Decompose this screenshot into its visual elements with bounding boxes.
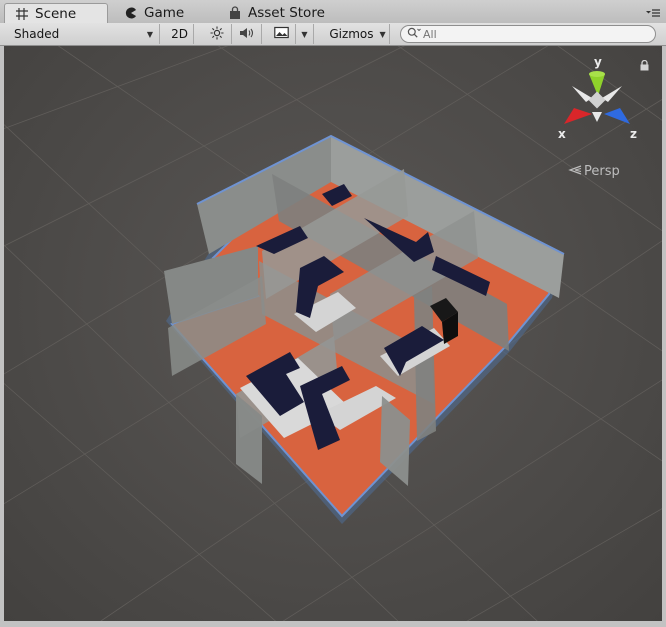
scene-viewport[interactable]: y x z Persp <box>4 46 662 621</box>
audio-toggle-button[interactable] <box>232 24 262 44</box>
store-bag-icon <box>228 6 242 20</box>
tab-asset-store[interactable]: Asset Store <box>218 3 344 23</box>
effects-toggle-button[interactable] <box>268 24 296 44</box>
tab-label: Asset Store <box>248 5 325 21</box>
speaker-icon <box>239 26 255 43</box>
chevron-down-icon: ▼ <box>146 29 153 39</box>
tab-label: Game <box>144 5 185 21</box>
pacman-icon <box>124 6 138 20</box>
search-field[interactable] <box>400 25 656 43</box>
chevron-down-icon: ▼ <box>301 29 308 39</box>
axis-z-label: z <box>630 127 637 141</box>
projection-label: Persp <box>584 164 620 179</box>
axis-y-label: y <box>594 56 602 69</box>
sun-icon <box>210 26 224 43</box>
lighting-toggle-button[interactable] <box>202 24 232 44</box>
axis-z-cone-icon <box>604 108 630 124</box>
tab-scene[interactable]: Scene <box>4 3 108 24</box>
search-input[interactable] <box>421 27 643 41</box>
panel-menu-icon[interactable] <box>646 8 660 18</box>
draw-mode-dropdown[interactable]: Shaded ▼ <box>6 24 160 44</box>
lock-icon[interactable] <box>640 59 649 74</box>
draw-mode-value: Shaded <box>14 27 60 41</box>
search-icon <box>407 27 421 42</box>
scene-toolbar: Shaded ▼ 2D ▼ Gizmos ▼ <box>0 23 666 46</box>
tab-label: Scene <box>35 6 77 22</box>
chevron-down-icon: ▼ <box>379 29 386 39</box>
2d-label: 2D <box>171 27 188 41</box>
gizmos-dropdown[interactable]: Gizmos ▼ <box>326 24 390 44</box>
tab-game[interactable]: Game <box>114 3 214 23</box>
axis-x-cone-icon <box>564 108 592 124</box>
projection-toggle[interactable]: Persp <box>568 164 620 179</box>
perspective-chevron-icon <box>568 164 582 179</box>
grid-icon <box>15 7 29 21</box>
maze-model <box>164 134 565 524</box>
gizmos-label: Gizmos <box>329 27 374 41</box>
orientation-gizmo[interactable]: y x z <box>552 55 642 146</box>
axis-x-label: x <box>558 127 566 141</box>
image-icon <box>274 26 289 42</box>
2d-toggle-button[interactable]: 2D <box>166 24 194 44</box>
effects-dropdown[interactable]: ▼ <box>296 24 314 44</box>
tab-bar: Scene Game Asset Store <box>0 0 666 24</box>
